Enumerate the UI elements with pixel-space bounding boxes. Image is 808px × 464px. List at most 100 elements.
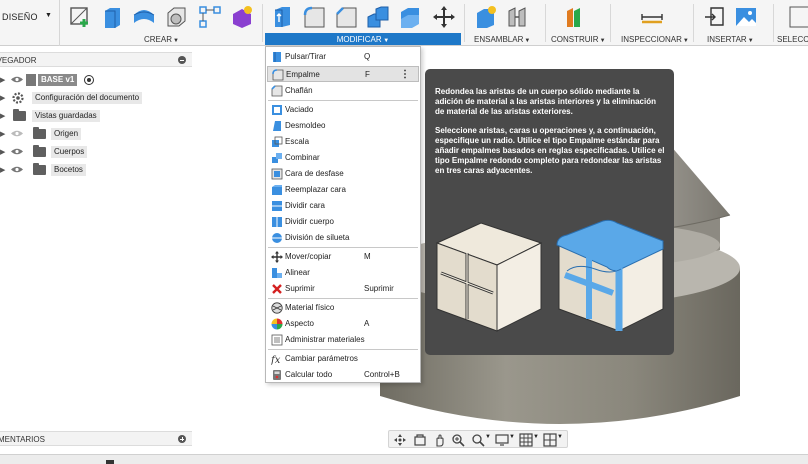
eye-icon[interactable] bbox=[11, 75, 23, 84]
eye-icon[interactable] bbox=[11, 147, 23, 156]
shell-icon[interactable] bbox=[398, 5, 422, 29]
tree-item-base[interactable]: ▶ BASE v1 bbox=[0, 72, 192, 88]
menu-item-move-copy[interactable]: Mover/copiar M bbox=[267, 249, 419, 265]
press-pull-icon[interactable] bbox=[270, 5, 294, 29]
menu-item-manage-materials[interactable]: Administrar materiales bbox=[267, 332, 419, 348]
menu-item-delete[interactable]: Suprimir Suprimir bbox=[267, 281, 419, 297]
expand-arrow-icon[interactable]: ▶ bbox=[0, 130, 5, 138]
folder-icon bbox=[33, 127, 46, 139]
chevron-down-icon[interactable]: ▼ bbox=[485, 434, 491, 440]
menu-item-compute-all[interactable]: Calcular todo Control+B bbox=[267, 367, 419, 383]
tree-item-origin[interactable]: ▶ Origen bbox=[0, 126, 192, 142]
menu-item-change-parameters[interactable]: fx Cambiar parámetros bbox=[267, 351, 419, 367]
chevron-down-icon[interactable]: ▼ bbox=[533, 434, 539, 440]
joint-icon[interactable] bbox=[506, 5, 530, 29]
eye-hidden-icon[interactable] bbox=[11, 129, 23, 138]
zoom-icon[interactable] bbox=[451, 433, 465, 447]
collapse-icon[interactable] bbox=[178, 56, 186, 64]
group-ensamblar[interactable]: ENSAMBLAR▼ bbox=[474, 35, 530, 44]
expand-arrow-icon[interactable]: ▶ bbox=[0, 166, 5, 174]
pan-icon[interactable] bbox=[433, 433, 447, 447]
menu-item-physical-material[interactable]: Material físico bbox=[267, 300, 419, 316]
modify-menu: Pulsar/Tirar Q Empalme F ⋮ Chaflán Vacia… bbox=[265, 46, 421, 383]
chevron-down-icon[interactable]: ▼ bbox=[557, 434, 563, 440]
draft-icon bbox=[273, 121, 281, 131]
menu-separator bbox=[268, 298, 418, 299]
eye-icon[interactable] bbox=[11, 165, 23, 174]
menu-item-split-face[interactable]: Dividir cara bbox=[267, 198, 419, 214]
menu-item-press-pull[interactable]: Pulsar/Tirar Q bbox=[267, 49, 419, 65]
tree-label-bodies: Cuerpos bbox=[51, 146, 88, 158]
workspace-switcher[interactable]: DISEÑO ▼ bbox=[0, 0, 60, 46]
tree-item-document-settings[interactable]: ▶ Configuración del documento bbox=[0, 90, 192, 106]
move-copy-icon[interactable] bbox=[432, 5, 456, 29]
toolbar-separator bbox=[610, 4, 611, 42]
measure-icon[interactable] bbox=[640, 5, 664, 29]
menu-item-draft[interactable]: Desmoldeo bbox=[267, 118, 419, 134]
grid-icon[interactable] bbox=[519, 433, 533, 447]
extrude-icon[interactable] bbox=[100, 5, 124, 29]
more-options-icon[interactable]: ⋮ bbox=[400, 69, 410, 80]
chevron-down-icon[interactable]: ▼ bbox=[509, 434, 515, 440]
appearance-icon bbox=[271, 318, 283, 330]
menu-item-shortcut: F bbox=[365, 70, 370, 79]
toolbar-separator bbox=[545, 4, 546, 42]
add-comment-icon[interactable] bbox=[178, 435, 186, 443]
expand-arrow-icon[interactable]: ▶ bbox=[0, 94, 5, 102]
menu-item-replace-face[interactable]: Reemplazar cara bbox=[267, 182, 419, 198]
combine-icon[interactable] bbox=[366, 5, 390, 29]
function-icon: fx bbox=[271, 355, 281, 365]
select-icon[interactable] bbox=[788, 5, 808, 29]
tree-item-bodies[interactable]: ▶ Cuerpos bbox=[0, 144, 192, 160]
pattern-icon[interactable] bbox=[198, 5, 222, 29]
menu-item-label: Escala bbox=[285, 137, 310, 146]
fillet-icon[interactable] bbox=[302, 5, 326, 29]
group-inspeccionar[interactable]: INSPECCIONAR▼ bbox=[621, 35, 689, 44]
create-form-icon[interactable] bbox=[230, 5, 254, 29]
menu-item-split-body[interactable]: Dividir cuerpo bbox=[267, 214, 419, 230]
menu-item-shell[interactable]: Vaciado bbox=[267, 102, 419, 118]
tree-item-sketches[interactable]: ▶ Bocetos bbox=[0, 162, 192, 178]
menu-item-fillet[interactable]: Empalme F ⋮ bbox=[267, 66, 419, 82]
group-crear[interactable]: CREAR▼ bbox=[144, 35, 179, 44]
timeline-marker-icon[interactable] bbox=[106, 460, 114, 464]
menu-item-scale[interactable]: Escala bbox=[267, 134, 419, 150]
menu-item-label: Material físico bbox=[285, 303, 335, 312]
active-radio-icon[interactable] bbox=[84, 75, 94, 85]
group-construir[interactable]: CONSTRUIR▼ bbox=[551, 35, 606, 44]
revolve-icon[interactable] bbox=[132, 5, 156, 29]
offset-plane-icon[interactable] bbox=[564, 5, 588, 29]
fit-icon[interactable] bbox=[471, 433, 485, 447]
expand-arrow-icon[interactable]: ▶ bbox=[0, 148, 5, 156]
insert-image-icon[interactable] bbox=[734, 5, 758, 29]
new-component-icon[interactable] bbox=[474, 5, 498, 29]
group-seleccionar[interactable]: SELECC bbox=[777, 35, 808, 44]
group-insertar[interactable]: INSERTAR▼ bbox=[707, 35, 754, 44]
expand-arrow-icon[interactable]: ▶ bbox=[0, 76, 5, 84]
comments-title: COMENTARIOS bbox=[0, 435, 45, 444]
menu-separator bbox=[268, 247, 418, 248]
svg-text:fx: fx bbox=[271, 355, 281, 365]
look-at-icon[interactable] bbox=[413, 433, 427, 447]
menu-item-appearance[interactable]: Aspecto A bbox=[267, 316, 419, 332]
group-modificar[interactable]: MODIFICAR ▼ bbox=[265, 35, 461, 44]
display-settings-icon[interactable] bbox=[495, 433, 509, 447]
menu-item-combine[interactable]: Combinar bbox=[267, 150, 419, 166]
cube-before-illustration bbox=[435, 222, 543, 332]
insert-derive-icon[interactable] bbox=[703, 5, 727, 29]
sweep-icon[interactable] bbox=[164, 5, 188, 29]
chamfer-icon[interactable] bbox=[334, 5, 358, 29]
menu-item-chamfer[interactable]: Chaflán bbox=[267, 83, 419, 99]
tree-item-saved-views[interactable]: ▶ Vistas guardadas bbox=[0, 108, 192, 124]
expand-arrow-icon[interactable]: ▶ bbox=[0, 112, 5, 120]
browser-header: NAVEGADOR bbox=[0, 52, 192, 67]
menu-item-label: Aspecto bbox=[285, 319, 314, 328]
menu-item-offset-face[interactable]: Cara de desfase bbox=[267, 166, 419, 182]
viewports-icon[interactable] bbox=[543, 433, 557, 447]
orbit-icon[interactable] bbox=[393, 433, 407, 447]
menu-item-silhouette-split[interactable]: División de silueta bbox=[267, 230, 419, 246]
menu-item-align[interactable]: Alinear bbox=[267, 265, 419, 281]
menu-item-label: Vaciado bbox=[285, 105, 314, 114]
new-sketch-icon[interactable] bbox=[68, 5, 92, 29]
cube-after-illustration bbox=[556, 219, 665, 332]
